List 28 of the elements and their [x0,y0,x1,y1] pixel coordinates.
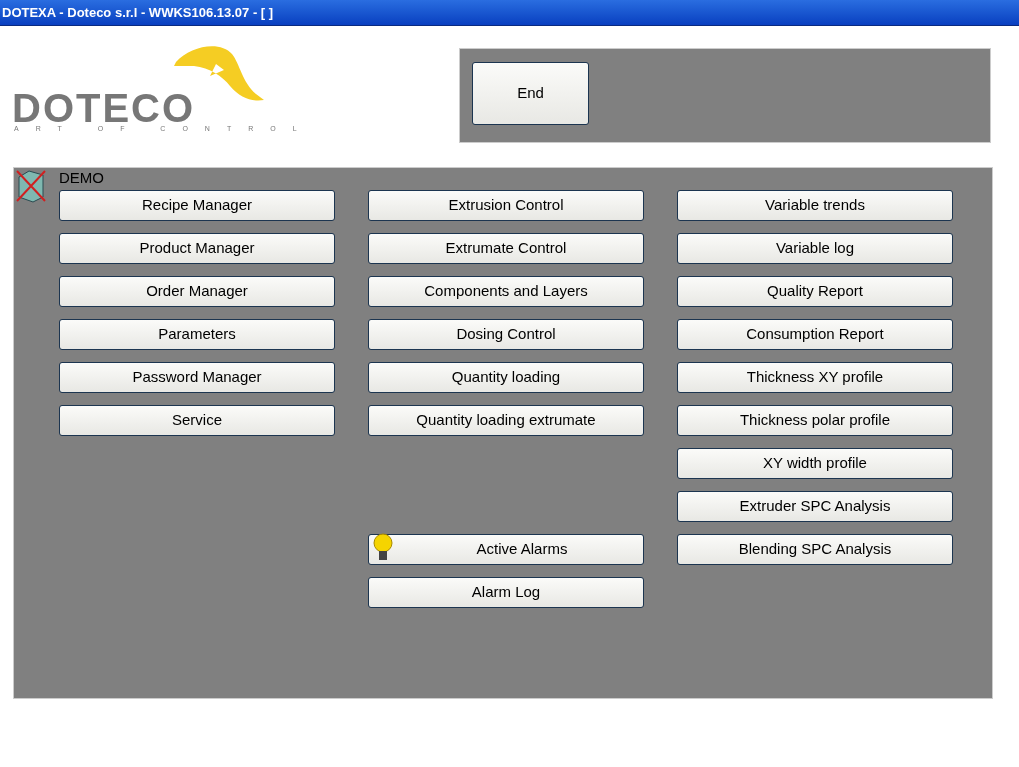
menu-button[interactable]: Quantity loading extrumate [368,405,644,436]
menu-button[interactable]: Components and Layers [368,276,644,307]
menu-button[interactable]: Extrusion Control [368,190,644,221]
lightbulb-icon [372,533,394,563]
menu-button[interactable]: XY width profile [677,448,953,479]
menu-button[interactable]: Blending SPC Analysis [677,534,953,565]
menu-button[interactable]: Variable log [677,233,953,264]
menu-button[interactable]: Active Alarms [368,534,644,565]
menu-button[interactable]: Thickness XY profile [677,362,953,393]
panel-title: DEMO [59,168,105,188]
menu-button[interactable]: Extruder SPC Analysis [677,491,953,522]
menu-button[interactable]: Quality Report [677,276,953,307]
menu-button[interactable]: Variable trends [677,190,953,221]
menu-button[interactable]: Quantity loading [368,362,644,393]
menu-button[interactable]: Recipe Manager [59,190,335,221]
menu-button[interactable]: Order Manager [59,276,335,307]
crossed-cabinet-icon [15,169,47,203]
window-title: DOTEXA - Doteco s.r.l - WWKS106.13.07 - [ ] [2,3,274,22]
menu-button[interactable]: Thickness polar profile [677,405,953,436]
end-button[interactable]: End [472,62,589,125]
menu-button[interactable]: Product Manager [59,233,335,264]
menu-button[interactable]: Dosing Control [368,319,644,350]
menu-button[interactable]: Extrumate Control [368,233,644,264]
menu-button[interactable]: Password Manager [59,362,335,393]
menu-button[interactable]: Parameters [59,319,335,350]
menu-button[interactable]: Alarm Log [368,577,644,608]
menu-button[interactable]: Service [59,405,335,436]
menu-button[interactable]: Consumption Report [677,319,953,350]
